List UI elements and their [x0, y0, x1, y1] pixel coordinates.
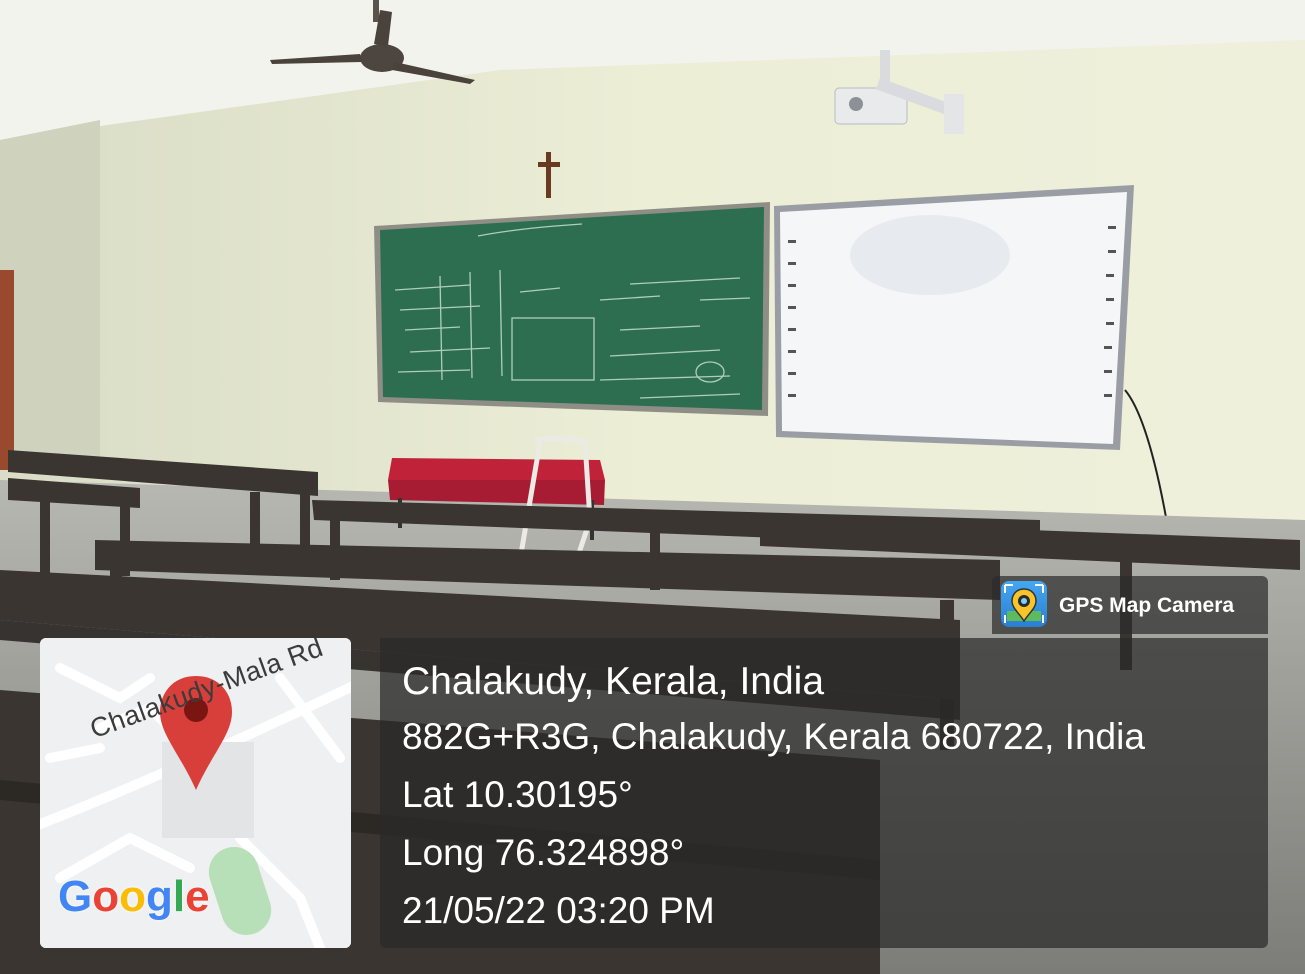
- chalkboard: [374, 202, 770, 416]
- left-edge-strip: [0, 270, 14, 470]
- google-logo-letter: o: [92, 872, 120, 921]
- timestamp: 21/05/22 03:20 PM: [402, 890, 715, 931]
- google-logo-letter: l: [172, 872, 186, 921]
- google-logo-letter: g: [146, 872, 173, 921]
- map-pin-camera-icon: [1001, 581, 1047, 627]
- latitude: Lat 10.30195°: [402, 774, 633, 815]
- app-name: GPS Map Camera: [1059, 594, 1235, 617]
- location-info-panel: Chalakudy, Kerala, India 882G+R3G, Chala…: [380, 638, 1268, 948]
- location-title: Chalakudy, Kerala, India: [402, 660, 825, 703]
- photo-frame: Chalakudy-Mala Rd Google GPS Map Camera …: [0, 0, 1305, 974]
- location-address: 882G+R3G, Chalakudy, Kerala 680722, Indi…: [402, 716, 1145, 757]
- google-logo-letter: e: [185, 872, 210, 921]
- app-badge: GPS Map Camera: [992, 576, 1268, 634]
- google-logo-letter: G: [58, 872, 93, 921]
- longitude: Long 76.324898°: [402, 832, 685, 873]
- google-logo-letter: o: [119, 872, 147, 921]
- map-thumbnail[interactable]: Chalakudy-Mala Rd Google: [40, 638, 351, 948]
- google-logo: Google: [58, 872, 210, 922]
- left-wall: [0, 120, 100, 470]
